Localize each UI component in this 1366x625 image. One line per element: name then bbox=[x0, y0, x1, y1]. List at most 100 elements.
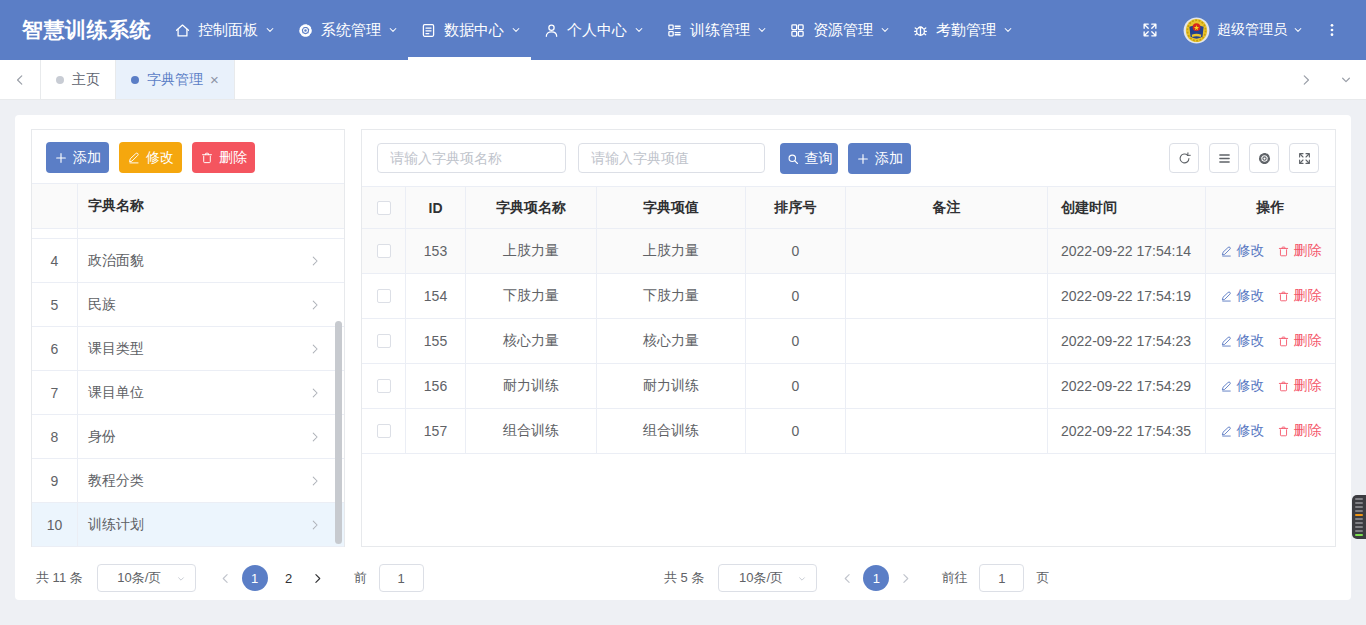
row-edit-link[interactable]: 修改 bbox=[1220, 377, 1265, 395]
nav-item-personal[interactable]: 个人中心 bbox=[531, 0, 654, 60]
dict-item-name-input[interactable] bbox=[377, 143, 566, 173]
cell-sort: 0 bbox=[792, 423, 800, 439]
chevron-right-icon bbox=[308, 430, 322, 444]
row-checkbox[interactable] bbox=[377, 244, 391, 258]
row-delete-link[interactable]: 删除 bbox=[1277, 332, 1322, 350]
dict-item-row-155[interactable]: 155核心力量核心力量02022-09-22 17:54:23修改删除 bbox=[362, 319, 1335, 364]
dict-row-身份[interactable]: 8身份 bbox=[32, 415, 344, 459]
row-checkbox[interactable] bbox=[377, 289, 391, 303]
tab-dict[interactable]: 字典管理 × bbox=[116, 60, 235, 99]
dict-item-toolbar: 查询 添加 bbox=[362, 130, 1335, 186]
nav-item-control-panel[interactable]: 控制面板 bbox=[162, 0, 285, 60]
dict-row-index: 6 bbox=[32, 327, 78, 371]
dict-item-value-input[interactable] bbox=[578, 143, 765, 173]
bug-icon bbox=[912, 22, 929, 39]
nav-item-attendance[interactable]: 考勤管理 bbox=[900, 0, 1023, 60]
row-checkbox[interactable] bbox=[377, 334, 391, 348]
plus-icon bbox=[856, 152, 875, 166]
col-header-created: 创建时间 bbox=[1061, 199, 1117, 217]
item-page-1[interactable]: 1 bbox=[863, 565, 889, 591]
chevron-right-icon bbox=[308, 518, 322, 532]
tabs-scroll-right-icon[interactable] bbox=[1286, 60, 1326, 99]
row-delete-link[interactable]: 删除 bbox=[1277, 422, 1322, 440]
row-checkbox[interactable] bbox=[377, 424, 391, 438]
dict-jump-page-input[interactable] bbox=[379, 564, 424, 592]
dict-next-page-icon[interactable] bbox=[306, 572, 330, 585]
cell-name: 组合训练 bbox=[503, 422, 559, 440]
cell-id: 156 bbox=[424, 378, 447, 394]
tabs-menu-icon[interactable] bbox=[1326, 60, 1366, 99]
cell-created: 2022-09-22 17:54:23 bbox=[1061, 333, 1191, 349]
top-navbar: 智慧训练系统 控制面板系统管理数据中心个人中心训练管理资源管理考勤管理 超级管理… bbox=[0, 0, 1366, 60]
user-menu[interactable]: 超级管理员 bbox=[1217, 21, 1304, 39]
dict-row-课目类型[interactable]: 6课目类型 bbox=[32, 327, 344, 371]
cell-created: 2022-09-22 17:54:35 bbox=[1061, 423, 1191, 439]
item-add-button[interactable]: 添加 bbox=[848, 143, 911, 174]
item-next-page-icon[interactable] bbox=[893, 572, 917, 585]
row-delete-link[interactable]: 删除 bbox=[1277, 377, 1322, 395]
item-jump-page-input[interactable] bbox=[979, 564, 1024, 592]
tabs-scroll-left-icon[interactable] bbox=[0, 60, 40, 99]
dict-row-训练计划[interactable]: 10训练计划 bbox=[32, 503, 344, 547]
row-edit-link[interactable]: 修改 bbox=[1220, 242, 1265, 260]
dict-row-教程分类[interactable]: 9教程分类 bbox=[32, 459, 344, 503]
item-page-size-select[interactable]: 10条/页 bbox=[718, 564, 817, 592]
select-all-checkbox[interactable] bbox=[377, 201, 391, 215]
chevron-down-icon bbox=[387, 24, 399, 36]
search-icon bbox=[786, 152, 805, 166]
tab-home[interactable]: 主页 bbox=[40, 60, 116, 99]
dict-row-index: 7 bbox=[32, 371, 78, 415]
cell-created: 2022-09-22 17:54:14 bbox=[1061, 243, 1191, 259]
cell-name: 上肢力量 bbox=[503, 242, 559, 260]
dict-page-1[interactable]: 1 bbox=[242, 565, 268, 591]
dict-page-2[interactable]: 2 bbox=[276, 565, 302, 591]
left-table-scrollbar[interactable] bbox=[335, 321, 342, 544]
row-edit-link[interactable]: 修改 bbox=[1220, 332, 1265, 350]
dict-row-民族[interactable]: 5民族 bbox=[32, 283, 344, 327]
dict-prev-page-icon[interactable] bbox=[214, 572, 238, 585]
tab-close-icon[interactable]: × bbox=[210, 72, 219, 87]
avatar[interactable] bbox=[1183, 17, 1210, 44]
dict-row-name: 政治面貌 bbox=[78, 252, 308, 270]
tab-label: 字典管理 bbox=[147, 71, 203, 89]
dict-add-button[interactable]: 添加 bbox=[46, 142, 109, 173]
nav-item-data-center[interactable]: 数据中心 bbox=[408, 0, 531, 60]
row-edit-link[interactable]: 修改 bbox=[1220, 287, 1265, 305]
dict-item-row-153[interactable]: 153上肢力量上肢力量02022-09-22 17:54:14修改删除 bbox=[362, 229, 1335, 274]
dict-row-课目单位[interactable]: 7课目单位 bbox=[32, 371, 344, 415]
dict-row-政治面貌[interactable]: 4政治面貌 bbox=[32, 239, 344, 283]
gear-icon bbox=[1257, 151, 1272, 166]
column-settings-button[interactable] bbox=[1249, 143, 1279, 173]
refresh-button[interactable] bbox=[1169, 143, 1199, 173]
nav-item-training-mgmt[interactable]: 训练管理 bbox=[654, 0, 777, 60]
dict-item-panel: 查询 添加 ID字典项名称字典项值排序号备注创建时间操作 153上肢力量上肢力量… bbox=[361, 129, 1336, 547]
dict-name-table-header: 字典名称 bbox=[32, 183, 344, 229]
item-prev-page-icon[interactable] bbox=[835, 572, 859, 585]
dict-row-name: 课目单位 bbox=[78, 384, 308, 402]
dict-row-index: 5 bbox=[32, 283, 78, 327]
edge-overlay-widget[interactable] bbox=[1352, 495, 1366, 539]
table-fullscreen-button[interactable] bbox=[1289, 143, 1319, 173]
nav-item-resource-mgmt[interactable]: 资源管理 bbox=[777, 0, 900, 60]
nav-item-system-mgmt[interactable]: 系统管理 bbox=[285, 0, 408, 60]
chevron-right-icon bbox=[308, 474, 322, 488]
dict-item-row-157[interactable]: 157组合训练组合训练02022-09-22 17:54:35修改删除 bbox=[362, 409, 1335, 454]
fullscreen-icon[interactable] bbox=[1141, 21, 1159, 39]
density-button[interactable] bbox=[1209, 143, 1239, 173]
search-button[interactable]: 查询 bbox=[780, 143, 838, 174]
dict-page-size-select[interactable]: 10条/页 bbox=[97, 564, 196, 592]
row-edit-link[interactable]: 修改 bbox=[1220, 422, 1265, 440]
dict-row-name: 身份 bbox=[78, 428, 308, 446]
dict-item-row-154[interactable]: 154下肢力量下肢力量02022-09-22 17:54:19修改删除 bbox=[362, 274, 1335, 319]
col-header-remark: 备注 bbox=[933, 199, 961, 217]
row-checkbox[interactable] bbox=[377, 379, 391, 393]
dict-edit-button[interactable]: 修改 bbox=[119, 142, 182, 173]
row-delete-link[interactable]: 删除 bbox=[1277, 287, 1322, 305]
cell-sort: 0 bbox=[792, 333, 800, 349]
row-delete-link[interactable]: 删除 bbox=[1277, 242, 1322, 260]
kebab-menu-icon[interactable] bbox=[1324, 22, 1340, 38]
col-header-value: 字典项值 bbox=[643, 199, 699, 217]
dict-item-row-156[interactable]: 156耐力训练耐力训练02022-09-22 17:54:29修改删除 bbox=[362, 364, 1335, 409]
dict-delete-button[interactable]: 删除 bbox=[192, 142, 255, 173]
col-header-id: ID bbox=[429, 200, 443, 216]
